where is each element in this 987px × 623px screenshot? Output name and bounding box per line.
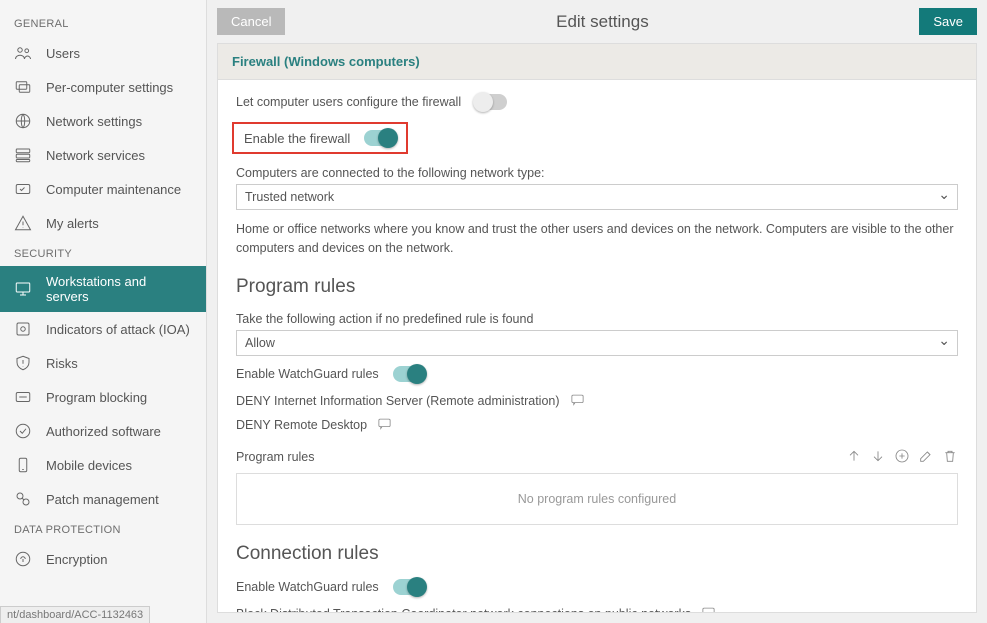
sidebar-item-workstations[interactable]: Workstations and servers [0, 266, 206, 312]
move-up-icon[interactable] [846, 448, 862, 467]
sidebar-item-mobile-devices[interactable]: Mobile devices [0, 448, 206, 482]
patch-icon [14, 490, 32, 508]
move-down-icon[interactable] [870, 448, 886, 467]
sidebar-item-label: Patch management [46, 492, 159, 507]
sidebar-item-risks[interactable]: Risks [0, 346, 206, 380]
comment-icon[interactable] [377, 416, 392, 434]
rule-text: DENY Remote Desktop [236, 418, 367, 432]
rule-text: DENY Internet Information Server (Remote… [236, 394, 560, 408]
network-type-select[interactable]: Trusted network [236, 184, 958, 210]
comment-icon[interactable] [701, 605, 716, 614]
block-icon [14, 388, 32, 406]
main: Cancel Edit settings Save Firewall (Wind… [207, 0, 987, 623]
content: Firewall (Windows computers) Let compute… [217, 43, 977, 613]
sidebar-item-label: Network services [46, 148, 145, 163]
shield-icon [14, 354, 32, 372]
sidebar-item-label: Workstations and servers [46, 274, 192, 304]
enable-wg-rules-label: Enable WatchGuard rules [236, 367, 379, 381]
topbar: Cancel Edit settings Save [207, 0, 987, 43]
encryption-icon [14, 550, 32, 568]
sidebar-item-label: Network settings [46, 114, 142, 129]
enable-firewall-label: Enable the firewall [244, 131, 350, 146]
computers-icon [14, 78, 32, 96]
sidebar-item-encryption[interactable]: Encryption [0, 542, 206, 576]
connection-rules-title: Connection rules [236, 543, 958, 565]
panel-header-firewall: Firewall (Windows computers) [218, 44, 976, 80]
network-type-help: Home or office networks where you know a… [236, 220, 958, 258]
sidebar-item-users[interactable]: Users [0, 36, 206, 70]
section-header-data-protection: DATA PROTECTION [0, 516, 206, 542]
sidebar-item-label: Per-computer settings [46, 80, 173, 95]
comment-icon[interactable] [570, 392, 585, 410]
sidebar-item-program-blocking[interactable]: Program blocking [0, 380, 206, 414]
sidebar-item-label: My alerts [46, 216, 99, 231]
page-title: Edit settings [285, 12, 919, 32]
sidebar-item-label: Risks [46, 356, 78, 371]
sidebar-item-patch-management[interactable]: Patch management [0, 482, 206, 516]
globe-icon [14, 112, 32, 130]
section-header-general: GENERAL [0, 10, 206, 36]
sidebar-item-label: Mobile devices [46, 458, 132, 473]
let-users-configure-toggle[interactable] [475, 94, 507, 110]
sidebar: GENERAL Users Per-computer settings Netw… [0, 0, 207, 623]
add-icon[interactable] [894, 448, 910, 467]
enable-firewall-toggle[interactable] [364, 130, 396, 146]
program-rules-empty: No program rules configured [236, 473, 958, 525]
enable-wg-rules-toggle[interactable] [393, 366, 425, 382]
server-icon [14, 146, 32, 164]
maintenance-icon [14, 180, 32, 198]
sidebar-item-label: Computer maintenance [46, 182, 181, 197]
users-icon [14, 44, 32, 62]
sidebar-item-label: Authorized software [46, 424, 161, 439]
target-icon [14, 320, 32, 338]
mobile-icon [14, 456, 32, 474]
sidebar-item-label: Program blocking [46, 390, 147, 405]
check-circle-icon [14, 422, 32, 440]
default-action-label: Take the following action if no predefin… [236, 312, 958, 326]
let-users-configure-label: Let computer users configure the firewal… [236, 95, 461, 109]
rule-text: Block Distributed Transaction Coordinato… [236, 607, 691, 614]
sidebar-item-network-settings[interactable]: Network settings [0, 104, 206, 138]
conn-enable-wg-rules-label: Enable WatchGuard rules [236, 580, 379, 594]
program-rule-item: DENY Remote Desktop [236, 416, 958, 434]
save-button[interactable]: Save [919, 8, 977, 35]
sidebar-item-label: Indicators of attack (IOA) [46, 322, 190, 337]
monitor-icon [14, 280, 32, 298]
edit-icon[interactable] [918, 448, 934, 467]
program-rule-item: DENY Internet Information Server (Remote… [236, 392, 958, 410]
default-action-select[interactable]: Allow [236, 330, 958, 356]
sidebar-item-label: Encryption [46, 552, 107, 567]
enable-firewall-highlight: Enable the firewall [232, 122, 408, 154]
alert-icon [14, 214, 32, 232]
cancel-button[interactable]: Cancel [217, 8, 285, 35]
network-type-label: Computers are connected to the following… [236, 166, 958, 180]
sidebar-item-ioa[interactable]: Indicators of attack (IOA) [0, 312, 206, 346]
program-rules-list-label: Program rules [236, 450, 315, 464]
delete-icon[interactable] [942, 448, 958, 467]
sidebar-item-per-computer[interactable]: Per-computer settings [0, 70, 206, 104]
status-bar: nt/dashboard/ACC-1132463 [0, 606, 150, 623]
sidebar-item-computer-maintenance[interactable]: Computer maintenance [0, 172, 206, 206]
sidebar-item-authorized-software[interactable]: Authorized software [0, 414, 206, 448]
section-header-security: SECURITY [0, 240, 206, 266]
connection-rule-item: Block Distributed Transaction Coordinato… [236, 605, 958, 614]
sidebar-item-label: Users [46, 46, 80, 61]
sidebar-item-my-alerts[interactable]: My alerts [0, 206, 206, 240]
conn-enable-wg-rules-toggle[interactable] [393, 579, 425, 595]
sidebar-item-network-services[interactable]: Network services [0, 138, 206, 172]
program-rules-title: Program rules [236, 276, 958, 298]
